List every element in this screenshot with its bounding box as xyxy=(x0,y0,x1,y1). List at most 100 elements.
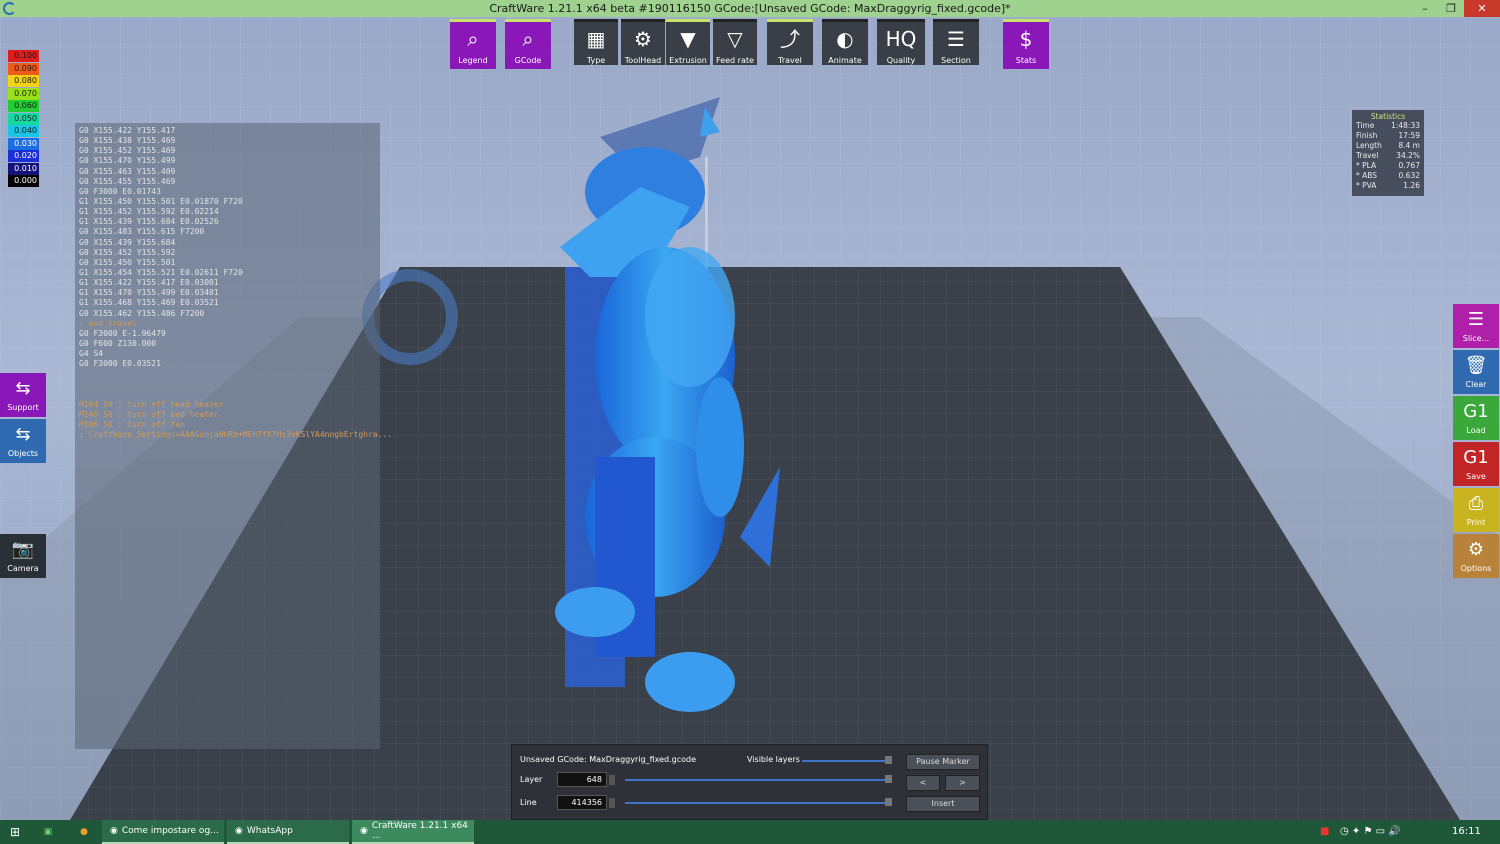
line-spinner[interactable] xyxy=(609,798,615,808)
toolbar-type-button[interactable]: ▦ Type xyxy=(574,19,618,65)
previous-button[interactable]: < xyxy=(906,775,940,791)
next-button[interactable]: > xyxy=(945,775,980,791)
adobe-tray-icon[interactable]: ■ xyxy=(1320,820,1329,844)
gcode-line[interactable]: G0 F3000 E0.03521 xyxy=(75,359,380,369)
visible-layers-handle[interactable] xyxy=(885,756,892,764)
layer-input[interactable]: 648 xyxy=(557,772,607,787)
gcode-line[interactable] xyxy=(75,390,380,400)
support-button[interactable]: ⇆ Support xyxy=(0,373,46,417)
visible-layers-slider[interactable] xyxy=(802,760,887,762)
toolbar-label: Section xyxy=(941,56,971,65)
stats-row: * ABS 0.632 xyxy=(1356,171,1420,181)
gcode-line[interactable]: G0 X155.455 Y155.469 xyxy=(75,177,380,187)
maximize-button[interactable]: ❐ xyxy=(1438,0,1464,17)
stats-key: * ABS xyxy=(1356,171,1378,180)
windows-start-icon[interactable]: ⊞ xyxy=(0,820,30,844)
toolbar-legend-button[interactable]: ⌕ Legend xyxy=(450,19,496,69)
print-button[interactable]: ⎙ Print xyxy=(1453,488,1499,532)
chrome-icon: ◉ xyxy=(110,826,118,836)
gcode-line[interactable]: M106 S0 ; turn off fan xyxy=(75,420,380,430)
toolbar-toolhead-button[interactable]: ⚙ ToolHead xyxy=(621,19,665,65)
gcode-line[interactable]: G0 X155.452 Y155.592 xyxy=(75,248,380,258)
button-label: Save xyxy=(1466,472,1486,481)
travel-path-icon: ⤴ xyxy=(780,27,800,51)
toolbar-quality-button[interactable]: HQ Quality xyxy=(877,19,925,65)
support-icon: ⇆ xyxy=(15,378,31,399)
taskbar-app-chrome[interactable]: ◉ Come impostare og... xyxy=(102,820,224,844)
feedrate-nozzle-icon: ▽ xyxy=(727,27,743,51)
taskbar-app-whatsapp[interactable]: ◉ WhatsApp xyxy=(227,820,349,844)
gcode-line[interactable]: G1 X155.470 Y155.499 E0.03401 xyxy=(75,288,380,298)
layer-slider-handle[interactable] xyxy=(885,775,892,783)
load-button[interactable]: G1 Load xyxy=(1453,396,1499,440)
gcode-line[interactable] xyxy=(75,369,380,379)
taskbar-app-craftware[interactable]: ◉ CraftWare 1.21.1 x64 ... xyxy=(352,820,474,844)
clear-button[interactable]: 🗑 Clear xyxy=(1453,350,1499,394)
gcode-line[interactable]: G0 X155.470 Y155.499 xyxy=(75,156,380,166)
gcode-line[interactable]: G1 X155.439 Y155.684 E0.02526 xyxy=(75,217,380,227)
tray-icons[interactable]: ◷ ✦ ⚑ ▭ 🔊 xyxy=(1340,820,1401,844)
toolbar-section-button[interactable]: ☰ Section xyxy=(933,19,979,65)
taskbar-app-label: CraftWare 1.21.1 x64 ... xyxy=(371,821,468,841)
toolbar-stats-button[interactable]: $ Stats xyxy=(1003,19,1049,69)
toolbar-label: Type xyxy=(586,56,606,65)
firefox-icon[interactable]: ● xyxy=(66,820,102,844)
gcode-line[interactable]: ; CraftWare_Settings=AAAGunjaNhRb+MEH7fX… xyxy=(75,430,392,440)
gcode-listing-panel[interactable]: G0 X155.422 Y155.417 G0 X155.438 Y155.469… xyxy=(75,123,392,749)
button-label: Load xyxy=(1466,426,1486,435)
title-bar: CraftWare 1.21.1 x64 beta #190116150 GCo… xyxy=(0,0,1500,17)
gcode-line[interactable] xyxy=(75,380,380,390)
stats-key: * PLA xyxy=(1356,161,1377,170)
gcode-line[interactable]: G1 X155.422 Y155.417 E0.03001 xyxy=(75,278,380,288)
gcode-line[interactable]: ; end_travel xyxy=(75,319,380,329)
objects-button[interactable]: ⇆ Objects xyxy=(0,419,46,463)
insert-button[interactable]: Insert xyxy=(906,796,980,812)
options-button[interactable]: ⚙ Options xyxy=(1453,534,1499,578)
slice-button[interactable]: ☰ Slice... xyxy=(1453,304,1499,348)
toolbar-animate-button[interactable]: ◐ Animate xyxy=(822,19,868,65)
legend-scale-entry: 0.010 xyxy=(8,162,39,175)
gcode-line[interactable]: G0 F3000 E-1.96479 xyxy=(75,329,380,339)
minimize-button[interactable]: – xyxy=(1412,0,1438,17)
animate-icon: ◐ xyxy=(836,27,854,51)
layer-slider[interactable] xyxy=(625,779,887,781)
toolbar-extrusion-button[interactable]: ▼ Extrusion xyxy=(666,19,710,65)
gcode-line[interactable]: G0 F600 Z130.000 xyxy=(75,339,380,349)
close-button[interactable]: ✕ xyxy=(1464,0,1500,17)
camera-button[interactable]: 📷 Camera xyxy=(0,534,46,578)
pause-marker-button[interactable]: Pause Marker xyxy=(906,754,980,770)
line-slider[interactable] xyxy=(625,802,887,804)
gcode-line[interactable]: M140 S0 ; turn off bed heater xyxy=(75,410,380,420)
layer-spinner[interactable] xyxy=(609,775,615,785)
gcode-line[interactable]: G0 X155.438 Y155.469 xyxy=(75,136,380,146)
gcode-line[interactable]: M104 S0 ; turn off head heater xyxy=(75,400,380,410)
gcode-line[interactable]: G0 X155.462 Y155.486 F7200 xyxy=(75,309,380,319)
toolbar-gcode-button[interactable]: ⌕ GCode xyxy=(505,19,551,69)
toolbar-label: Quality xyxy=(886,56,916,65)
3d-viewport[interactable]: 0.100 0.090 0.080 0.070 0.060 0.050 0.040 0.030… xyxy=(0,17,1500,820)
gcode-line[interactable]: G0 F3000 E0.01743 xyxy=(75,187,380,197)
clock[interactable]: 16:11 xyxy=(1452,820,1481,844)
stats-row: * PLA 0.767 xyxy=(1356,161,1420,171)
stats-value: 8.4 m xyxy=(1398,141,1420,150)
gcode-line[interactable]: G4 S4 xyxy=(75,349,380,359)
gcode-line[interactable]: G0 X155.483 Y155.615 F7200 xyxy=(75,227,380,237)
button-label: Objects xyxy=(7,449,39,458)
gcode-line[interactable]: G0 X155.422 Y155.417 xyxy=(75,126,380,136)
legend-scale-entry: 0.090 xyxy=(8,62,39,75)
line-slider-handle[interactable] xyxy=(885,798,892,806)
gcode-line[interactable]: G0 X155.452 Y155.469 xyxy=(75,146,380,156)
gcode-line[interactable]: G1 X155.468 Y155.469 E0.03521 xyxy=(75,298,380,308)
gcode-line[interactable]: G0 X155.439 Y155.684 xyxy=(75,238,380,248)
toolbar-travel-button[interactable]: ⤴ Travel xyxy=(767,19,813,65)
toolbar-feed-rate-button[interactable]: ▽ Feed rate xyxy=(713,19,757,65)
gcode-line[interactable]: G1 X155.452 Y155.592 E0.02214 xyxy=(75,207,380,217)
gcode-line[interactable]: G1 X155.454 Y155.521 E0.02611 F720 xyxy=(75,268,380,278)
gcode-line[interactable]: G1 X155.450 Y155.501 E0.01870 F720 xyxy=(75,197,380,207)
gcode-line[interactable]: G0 X155.450 Y155.501 xyxy=(75,258,380,268)
gcode-line[interactable]: G0 X155.463 Y155.409 xyxy=(75,167,380,177)
layer-label: Layer xyxy=(520,775,543,784)
save-button[interactable]: G1 Save xyxy=(1453,442,1499,486)
excel-icon[interactable]: ▣ xyxy=(30,820,66,844)
line-input[interactable]: 414356 xyxy=(557,795,607,810)
